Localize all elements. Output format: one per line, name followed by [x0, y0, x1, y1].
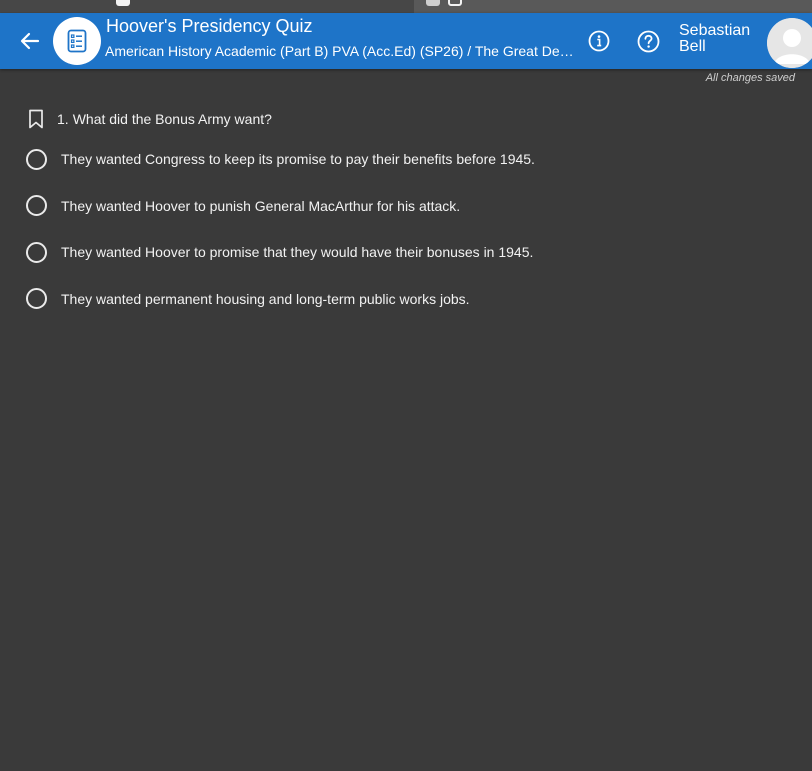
back-button[interactable] [14, 27, 46, 55]
tab-favicon-icon [448, 0, 462, 6]
radio-button[interactable] [26, 241, 47, 263]
answer-option[interactable]: They wanted Hoover to punish General Mac… [26, 194, 535, 218]
question-text: What did the Bonus Army want? [72, 111, 272, 127]
answer-option-label: They wanted Congress to keep its promise… [61, 151, 535, 167]
radio-button[interactable] [26, 148, 47, 170]
avatar-person-icon [767, 18, 812, 68]
answer-option-label: They wanted permanent housing and long-t… [61, 290, 470, 307]
user-avatar[interactable] [767, 18, 812, 68]
answer-option[interactable]: They wanted Hoover to promise that they … [26, 240, 535, 264]
question-number: 1. [57, 111, 69, 127]
answer-option[interactable]: They wanted permanent housing and long-t… [26, 287, 535, 311]
bookmark-icon[interactable] [28, 109, 44, 129]
quiz-app-badge [53, 17, 101, 65]
tab-favicon-icon [116, 0, 130, 6]
answer-option-label: They wanted Hoover to promise that they … [61, 244, 534, 260]
save-status: All changes saved [705, 72, 795, 84]
answer-option[interactable]: They wanted Congress to keep its promise… [26, 147, 535, 171]
answer-option-label: They wanted Hoover to punish General Mac… [61, 197, 461, 214]
user-name[interactable]: Sebastian Bell [679, 23, 763, 55]
checklist-icon [67, 29, 87, 53]
radio-button[interactable] [26, 288, 47, 309]
arrow-left-icon [20, 32, 40, 50]
browser-tab-right[interactable] [414, 0, 812, 13]
question-header: 1. What did the Bonus Army want? [28, 109, 272, 129]
course-breadcrumb[interactable]: American History Academic (Part B) PVA (… [105, 43, 575, 59]
tab-favicon-icon [426, 0, 440, 6]
info-button[interactable] [587, 29, 611, 53]
quiz-title: Hoover's Presidency Quiz [106, 16, 313, 36]
answer-options: They wanted Congress to keep its promise… [26, 147, 535, 333]
info-icon [588, 30, 610, 52]
app-header: Hoover's Presidency Quiz American Histor… [0, 13, 812, 69]
help-button[interactable] [636, 29, 660, 53]
browser-tab-left[interactable] [0, 0, 414, 13]
help-icon [637, 30, 659, 52]
browser-tab-strip [0, 0, 812, 13]
radio-button[interactable] [26, 195, 47, 216]
